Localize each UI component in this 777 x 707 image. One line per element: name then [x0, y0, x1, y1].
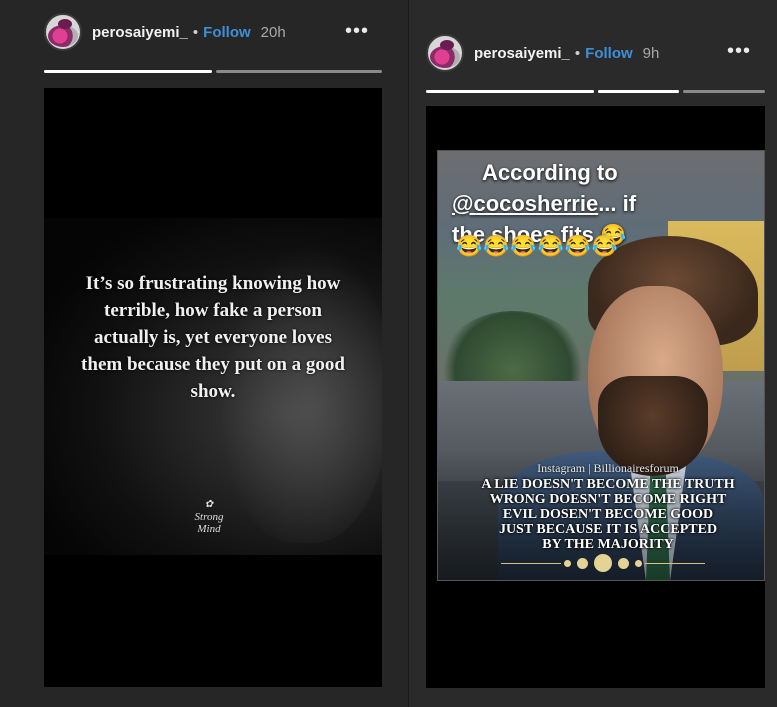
story-image: According to @cocosherrie... if the shoe… [437, 150, 765, 581]
story-time: 20h [260, 23, 286, 41]
emoji-row: 😂😂😂😂😂😂 [456, 235, 619, 258]
story-progress-bar [598, 90, 679, 93]
story-quote-text: It’s so frustrating knowing how terrible… [81, 273, 345, 402]
story-progress-bar [44, 70, 212, 73]
follow-button[interactable]: Follow [585, 45, 633, 62]
signature-logo: ✿ Strong Mind [194, 499, 224, 535]
story-progress-bar [216, 70, 382, 73]
username[interactable]: perosaiyemi_ [474, 45, 570, 62]
story-viewer[interactable]: It’s so frustrating knowing how terrible… [44, 88, 382, 687]
username[interactable]: perosaiyemi_ [92, 24, 188, 41]
more-options-icon[interactable]: ••• [345, 21, 369, 41]
story-progress-bar [683, 90, 765, 93]
separator-dot: • [574, 44, 581, 62]
follow-button[interactable]: Follow [203, 24, 251, 41]
story-panel-2: perosaiyemi_ • Follow 9h ••• According t… [408, 0, 777, 707]
story-image: It’s so frustrating knowing how terrible… [44, 218, 382, 555]
mention-link[interactable]: @cocosherrie [452, 191, 598, 216]
story-header: perosaiyemi_ • Follow 9h [426, 34, 659, 72]
caption-line: @cocosherrie... if [452, 191, 637, 216]
decorative-divider [478, 553, 728, 573]
caption-line: According to [482, 160, 618, 185]
quote-source: Instagram | Billionairesforum [537, 461, 679, 475]
separator-dot: • [192, 23, 199, 41]
story-header: perosaiyemi_ • Follow 20h [44, 13, 286, 51]
story-quote-text: A LIE DOESN'T BECOME THE TRUTH WRONG DOE… [481, 477, 735, 552]
avatar[interactable] [44, 13, 82, 51]
story-panel-1: perosaiyemi_ • Follow 20h ••• It’s so fr… [0, 0, 408, 707]
story-viewer[interactable]: According to @cocosherrie... if the shoe… [426, 106, 765, 688]
story-progress-bar [426, 90, 594, 93]
story-time: 9h [642, 44, 660, 62]
more-options-icon[interactable]: ••• [727, 41, 751, 61]
avatar[interactable] [426, 34, 464, 72]
